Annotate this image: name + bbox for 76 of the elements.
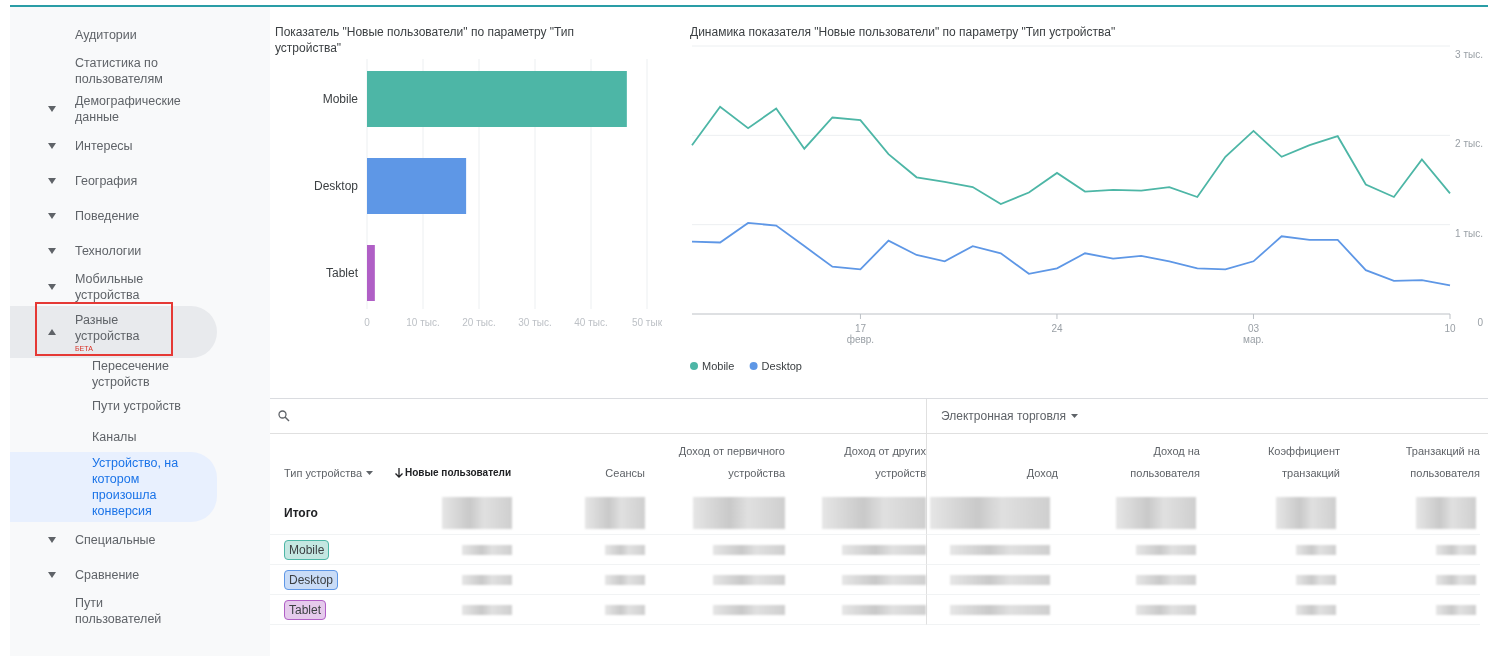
sidebar-item[interactable]: Специальные — [10, 522, 217, 557]
axis-tick-label: 2 тыс. — [1455, 138, 1483, 150]
caret-down-icon — [1071, 414, 1078, 418]
sidebar-item[interactable]: Демографические данные — [10, 90, 217, 128]
metric-group-dropdown[interactable]: Электронная торговля — [926, 399, 1486, 433]
blurred-value — [605, 604, 645, 615]
chart-title: Динамика показателя "Новые пользователи" по параметру "Тип устройства" — [690, 24, 1117, 40]
total-label: Итого — [284, 506, 318, 520]
axis-tick-label: 10 — [1444, 323, 1456, 334]
column-header[interactable]: Доход — [926, 434, 1058, 492]
axis-tick-label: 1 тыс. — [1455, 227, 1483, 239]
blurred-value — [1436, 604, 1476, 615]
sidebar-item[interactable]: Интересы — [10, 128, 217, 163]
blurred-value — [713, 574, 785, 585]
column-header[interactable]: Новые пользователи — [393, 434, 512, 492]
column-header[interactable]: Сеансы — [512, 434, 645, 492]
blurred-value — [605, 574, 645, 585]
axis-tick-label: 20 тыс. — [462, 317, 496, 328]
device-tag[interactable]: Tablet — [284, 599, 327, 620]
blurred-value — [462, 574, 512, 585]
axis-tick-label: 10 тыс. — [406, 317, 440, 328]
chart-title: Показатель "Новые пользователи" по параметру "Тип устройства" — [275, 24, 576, 56]
axis-tick-label: 3 тыс. — [1455, 49, 1483, 60]
sidebar-item[interactable]: Сравнение — [10, 557, 217, 592]
device-tag[interactable]: Desktop — [284, 569, 339, 590]
sidebar-item[interactable]: Аудитории — [10, 17, 217, 52]
blurred-value — [442, 497, 512, 529]
sidebar-item[interactable]: География — [10, 163, 217, 198]
sort-arrow-icon — [395, 468, 403, 478]
sidebar-subitem[interactable]: Пути устройств — [10, 390, 217, 421]
sidebar-subitem[interactable]: Пересечение устройств — [10, 358, 217, 390]
axis-tick-label: 50 тык — [632, 317, 662, 328]
category-label: Tablet — [325, 266, 358, 280]
legend-label: Desktop — [761, 360, 802, 372]
device-tag[interactable]: Mobile — [284, 539, 330, 560]
sidebar-item[interactable]: Статистика по пользователям — [10, 52, 217, 90]
blurred-value — [1296, 604, 1336, 615]
blurred-value — [1276, 497, 1336, 529]
blurred-value — [1416, 497, 1476, 529]
blurred-value — [462, 604, 512, 615]
axis-tick-label: 40 тыс. — [574, 317, 608, 328]
axis-tick-label: 03 мар. — [1243, 323, 1264, 345]
search-icon — [278, 410, 290, 422]
sidebar-item[interactable]: Поведение — [10, 198, 217, 233]
sidebar-subitem[interactable]: Каналы — [10, 421, 217, 452]
legend-label: Mobile — [702, 360, 735, 372]
blurred-value — [713, 604, 785, 615]
axis-tick-label: 24 — [1051, 323, 1063, 334]
column-header[interactable]: Доход на пользователя — [1058, 434, 1200, 492]
sidebar-item[interactable]: Пути пользователей — [10, 592, 217, 630]
column-header[interactable]: Транзакций на пользователя — [1340, 434, 1480, 492]
category-label: Mobile — [322, 92, 358, 106]
column-header[interactable]: Тип устройства — [270, 434, 393, 492]
column-header[interactable]: Коэффициент транзакций — [1200, 434, 1340, 492]
blurred-value — [1136, 604, 1196, 615]
axis-tick-label: 0 — [364, 317, 370, 328]
blurred-value — [585, 497, 645, 529]
blurred-value — [1436, 574, 1476, 585]
caret-down-icon — [366, 471, 374, 475]
sidebar-item[interactable]: Мобильные устройства — [10, 268, 217, 306]
blurred-value — [1136, 544, 1196, 555]
axis-tick-label: 0 — [1477, 317, 1483, 328]
blurred-value — [462, 544, 512, 555]
column-header[interactable]: Доход от других устройств — [785, 434, 926, 492]
blurred-value — [1296, 544, 1336, 555]
axis-tick-label: 17 февр. — [846, 323, 875, 345]
sidebar-subitem[interactable]: Устройство, на котором произошла конверсия — [10, 452, 217, 522]
blurred-value — [1136, 574, 1196, 585]
category-label: Desktop — [313, 179, 358, 193]
blurred-value — [1436, 544, 1476, 555]
blurred-value — [1296, 574, 1336, 585]
column-header[interactable]: Доход от первичного устройства — [645, 434, 785, 492]
blurred-value — [713, 544, 785, 555]
sidebar-item[interactable]: Технологии — [10, 233, 217, 268]
blurred-value — [605, 544, 645, 555]
axis-tick-label: 30 тыс. — [518, 317, 552, 328]
